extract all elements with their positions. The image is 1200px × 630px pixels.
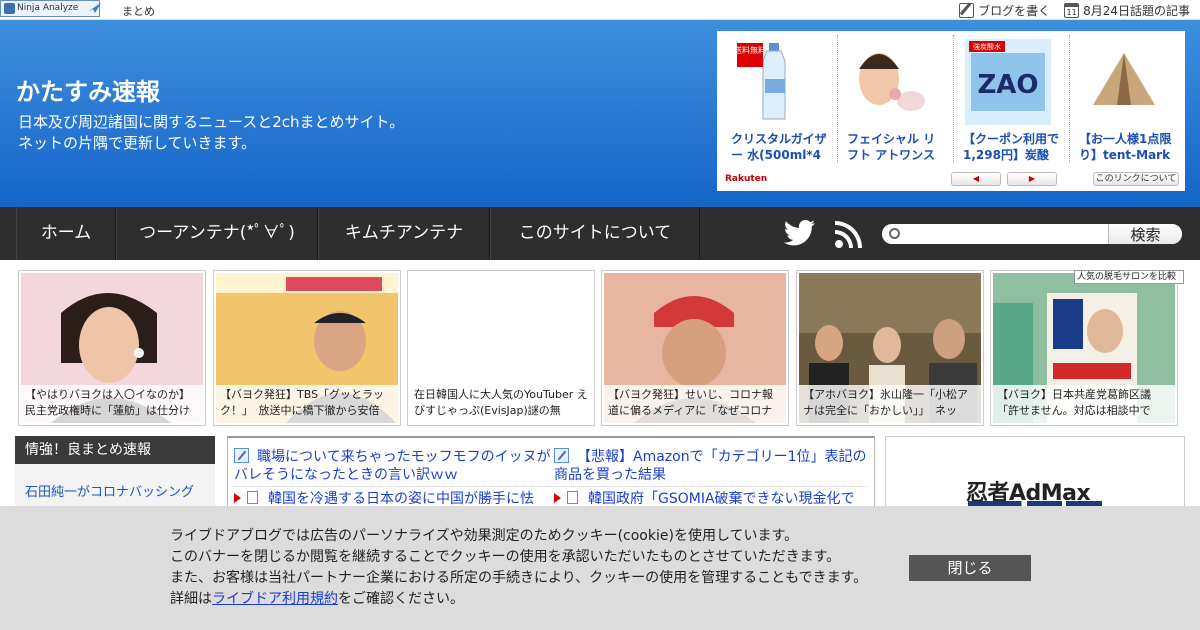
nav-home[interactable]: ホーム (16, 207, 116, 260)
terms-link[interactable]: ライブドア利用規約 (212, 591, 338, 607)
card-caption: 在日韓国人に大人気のYouTuber えびすじゃっぷ(EvisJap)謎の無 (410, 385, 592, 423)
pen-icon (959, 3, 975, 18)
feed-item-text: 【悲報】Amazonで「カテゴリー1位」表記の商品を買った結果 (554, 449, 867, 483)
main-nav: ホーム つーアンテナ(*ﾟ∀ﾟ) キムチアンテナ このサイトについて 検索 (0, 207, 1200, 260)
nav-kimchi-antenna[interactable]: キムチアンテナ (318, 207, 490, 260)
matome-link[interactable]: まとめ (122, 3, 155, 19)
ad-item[interactable]: 【お一人様1点限り】tent-Mark D (1067, 35, 1183, 163)
site-title[interactable]: かたすみ速報 (16, 72, 160, 107)
card-caption: 【アホバヨク】氷山隆一「小松アナは完全に「おかしい」」 ネッ (799, 385, 981, 423)
cookie-text: ライブドアブログでは広告のパーソナライズや効果測定のためクッキー(cookie)… (170, 526, 867, 610)
cookie-detail-suffix: をご確認ください。 (338, 591, 464, 607)
ninja-analyze-icon (4, 3, 15, 14)
svg-text:ZAO: ZAO (977, 70, 1038, 100)
pickup-card[interactable]: 【アホバヨク】氷山隆一「小松アナは完全に「おかしい」」 ネッ (796, 270, 984, 426)
write-blog-label: ブログを書く (978, 4, 1051, 18)
card-caption: 【バヨク発狂】TBS「グッとラック！」 放送中に橋下徹から安倍 (216, 385, 398, 423)
ad-next-button[interactable]: ▶ (1007, 172, 1057, 186)
site-description: 日本及び周辺諸国に関するニュースと2chまとめサイト。 ネットの片隅で更新してい… (18, 112, 404, 154)
site-description-line: 日本及び周辺諸国に関するニュースと2chまとめサイト。 (18, 113, 405, 131)
rss-feed: 職場について来ちゃったモッフモフのイッヌがバレそうになったときの言い訳ｗｗ 【悲… (227, 436, 875, 510)
document-icon (567, 491, 578, 504)
card-caption: 【バヨク発狂】せいじ、コロナ報道に偏るメディアに「なぜコロナ (604, 385, 786, 423)
card-caption: 【バヨク】日本共産党葛飾区議「許せません。対応は相談中で (993, 385, 1175, 423)
sidebar-link[interactable]: 石田純一がコロナバッシング (25, 484, 205, 502)
ad-caption: フェイシャル リフト アトワンス (847, 132, 936, 162)
card-caption: 【やはりバヨクは入〇イなのか】民主党政権時に「蓮舫」は仕分け (21, 385, 203, 423)
cookie-detail-prefix: 詳細は (170, 591, 212, 607)
ninja-analyze-label: Ninja Analyze (17, 3, 79, 13)
ad-prev-button[interactable]: ◀ (951, 172, 1001, 186)
site-header: かたすみ速報 日本及び周辺諸国に関するニュースと2chまとめサイト。 ネットの片… (0, 20, 1200, 207)
ad-item[interactable]: ZAO 強炭酸水 【クーポン利用で1,298円】炭酸 (951, 35, 1067, 163)
bird-logo-icon (87, 3, 101, 13)
sidebar-heading: 情強！良まとめ速報 (15, 436, 215, 464)
feed-item-text: 韓国を冷遇する日本の姿に中国が勝手に怯 (268, 491, 534, 507)
topic-articles-label: 8月24日話題の記事 (1083, 4, 1190, 18)
triangle-bullet-icon (234, 493, 241, 503)
pickup-card[interactable]: 【バヨク発狂】せいじ、コロナ報道に偏るメディアに「なぜコロナ (601, 270, 789, 426)
top-bar: Ninja Analyze まとめ ブログを書く 11 8月24日話題の記事 (0, 0, 1200, 20)
pickup-cards: 【やはりバヨクは入〇イなのか】民主党政権時に「蓮舫」は仕分け 【バヨク発狂】TB… (18, 270, 1184, 426)
nav-tsu-antenna[interactable]: つーアンテナ(*ﾟ∀ﾟ) (116, 207, 318, 260)
search-bar: 検索 (882, 224, 1182, 244)
search-button[interactable]: 検索 (1108, 224, 1182, 244)
feed-divider (234, 486, 868, 487)
feather-icon (554, 448, 569, 463)
ninja-analyze-badge[interactable]: Ninja Analyze (0, 0, 100, 17)
ad-item[interactable]: 送料無料 クリスタルガイザー 水(500ml*4 (719, 35, 835, 163)
ad-about-link[interactable]: このリンクについて (1093, 172, 1179, 186)
soda-water-image: ZAO 強炭酸水 (965, 39, 1051, 125)
twitter-icon[interactable] (784, 220, 816, 246)
cookie-line: また、お客様は当社パートナー企業における所定の手続きにより、クッキーの使用を管理… (170, 570, 868, 586)
cookie-line: 詳細はライブドア利用規約をご確認ください。 (170, 589, 867, 610)
pickup-card[interactable]: 【バヨク発狂】TBS「グッとラック！」 放送中に橋下徹から安倍 (213, 270, 401, 426)
ad-badge: 強炭酸水 (973, 42, 1001, 51)
cookie-banner: ライブドアブログでは広告のパーソナライズや効果測定のためクッキー(cookie)… (0, 506, 1200, 630)
ad-caption: クリスタルガイザー 水(500ml*4 (731, 132, 827, 162)
write-blog-link[interactable]: ブログを書く (959, 2, 1050, 19)
feed-item[interactable]: 【悲報】Amazonで「カテゴリー1位」表記の商品を買った結果 (554, 448, 870, 484)
feed-item[interactable]: 職場について来ちゃったモッフモフのイッヌがバレそうになったときの言い訳ｗｗ (234, 448, 552, 484)
feather-icon (234, 448, 249, 463)
cookie-line: このバナーを閉じるか閲覧を継続することでクッキーの使用を承認いただいたものとさせ… (170, 549, 841, 565)
pickup-card[interactable]: 在日韓国人に大人気のYouTuber えびすじゃっぷ(EvisJap)謎の無 (407, 270, 595, 426)
cookie-close-button[interactable]: 閉じる (909, 555, 1031, 581)
tent-image (1081, 39, 1167, 125)
calendar-icon: 11 (1064, 3, 1080, 18)
ad-caption: 【お一人様1点限り】tent-Mark D (1079, 132, 1172, 162)
document-icon (247, 491, 258, 504)
cookie-line: ライブドアブログでは広告のパーソナライズや効果測定のためクッキー(cookie)… (170, 528, 799, 544)
nav-about[interactable]: このサイトについて (490, 207, 700, 260)
admax-ad[interactable]: 忍者AdMax (885, 436, 1185, 510)
rakuten-ad-box: 送料無料 クリスタルガイザー 水(500ml*4 フェイシャル リフト アトワン… (717, 31, 1185, 191)
triangle-bullet-icon (554, 493, 561, 503)
search-icon (889, 228, 900, 239)
topic-articles-link[interactable]: 11 8月24日話題の記事 (1064, 2, 1190, 19)
pickup-card[interactable]: 【やはりバヨクは入〇イなのか】民主党政権時に「蓮舫」は仕分け (18, 270, 206, 426)
sidebar-body: 石田純一がコロナバッシング (15, 464, 215, 510)
rss-icon[interactable] (835, 220, 863, 248)
rakuten-logo: Rakuten (725, 174, 768, 184)
ad-caption: 【クーポン利用で1,298円】炭酸 (963, 132, 1060, 162)
site-description-line: ネットの片隅で更新していきます。 (18, 134, 257, 152)
ad-badge: 送料無料 (734, 45, 766, 55)
ad-item[interactable]: フェイシャル リフト アトワンス (835, 35, 951, 163)
ad-compare-label[interactable]: 人気の脱毛サロンを比較 (1074, 270, 1184, 284)
pickup-card[interactable]: 【バヨク】日本共産党葛飾区議「許せません。対応は相談中で (990, 270, 1178, 426)
feed-item-text: 韓国政府「GSOMIA破棄できない現金化で (588, 491, 855, 507)
facial-device-image (849, 39, 935, 125)
water-bottle-image: 送料無料 (734, 43, 786, 120)
feed-item-text: 職場について来ちゃったモッフモフのイッヌがバレそうになったときの言い訳ｗｗ (234, 449, 551, 483)
search-input[interactable] (882, 224, 1108, 244)
